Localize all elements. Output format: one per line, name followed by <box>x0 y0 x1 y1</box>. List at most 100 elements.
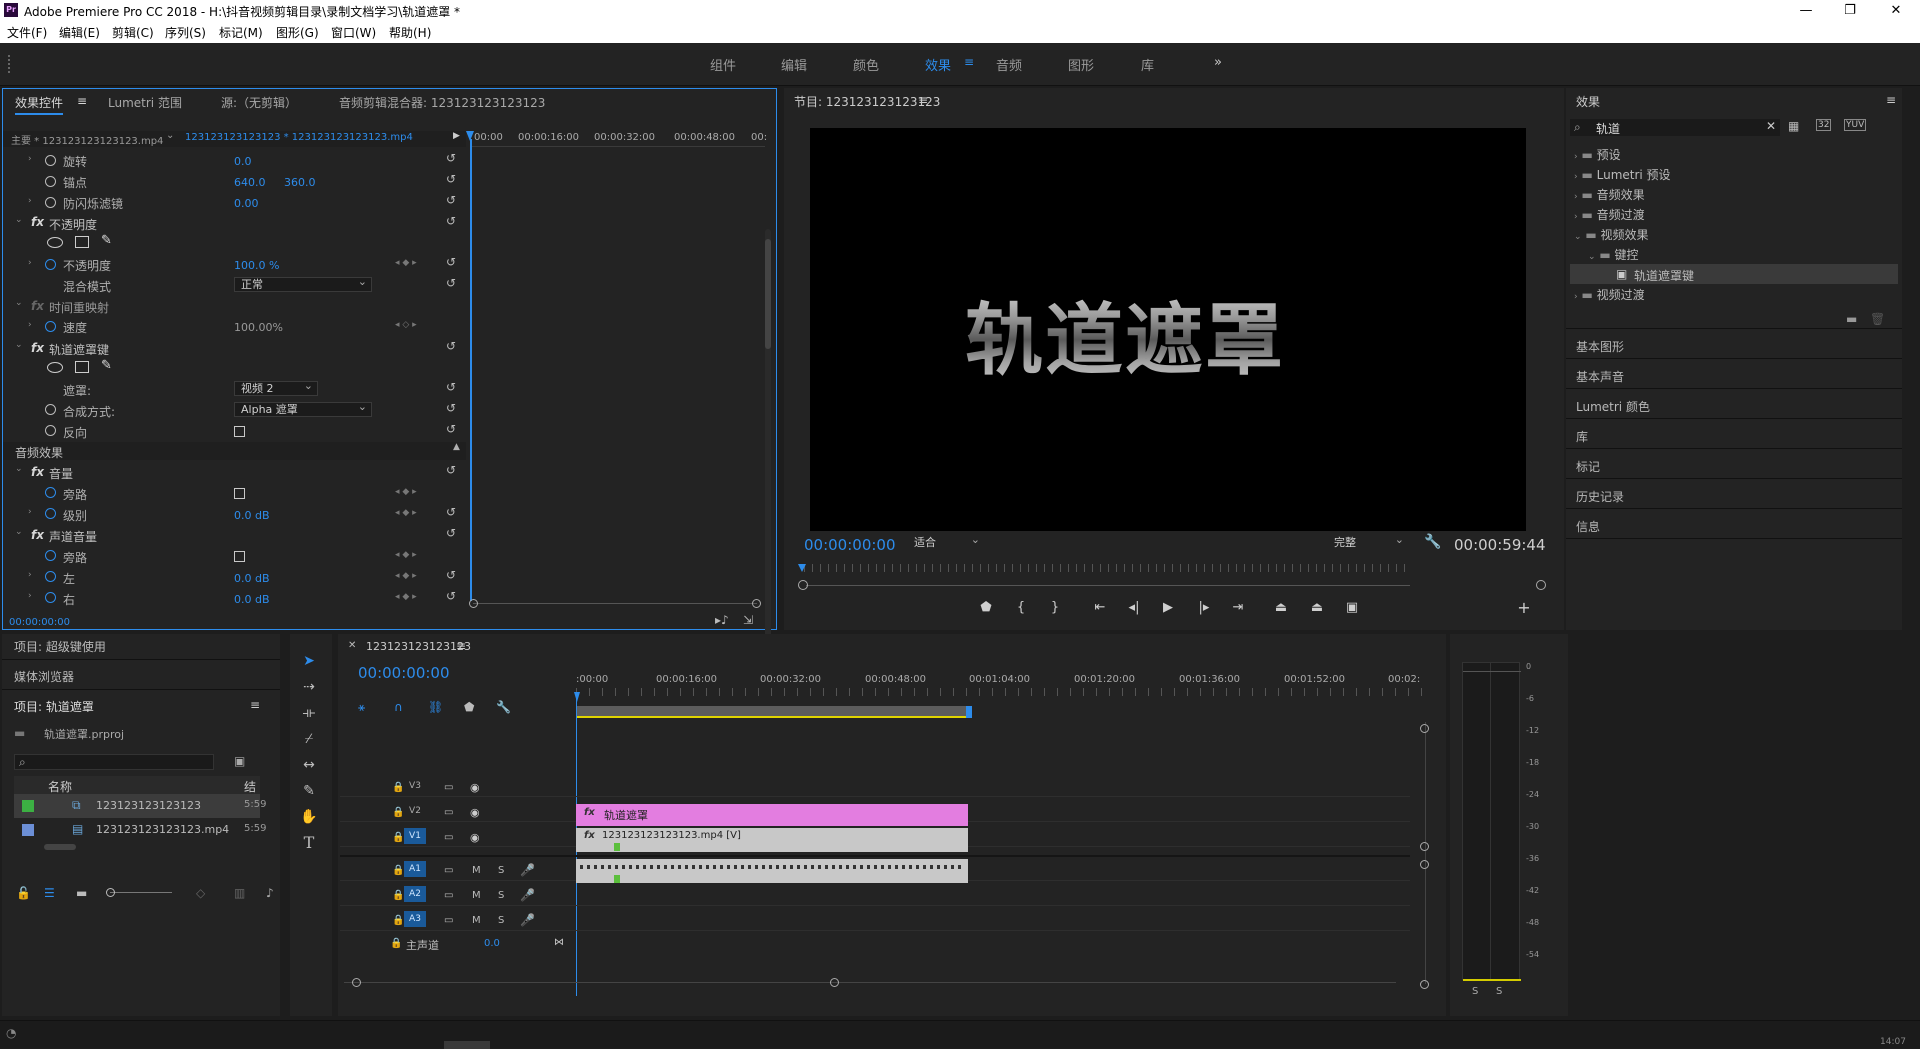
column-name-header[interactable]: 名称 <box>48 778 72 795</box>
export-frame-icon[interactable]: ▣ <box>1343 600 1361 615</box>
workspace-audio[interactable]: 音频 <box>996 55 1022 74</box>
tree-item-lumetri-presets[interactable]: › ▬ Lumetri 预设 <box>1574 166 1894 183</box>
mute-button[interactable]: M <box>472 865 481 876</box>
eye-icon[interactable]: ◉ <box>470 831 480 844</box>
track-a3-target[interactable]: A3 <box>404 911 426 927</box>
essential-sound-tab[interactable]: 基本声音 <box>1576 368 1906 385</box>
stopwatch-icon[interactable] <box>45 592 56 603</box>
tab-project-superkey[interactable]: 项目: 超级键使用 <box>14 638 106 655</box>
menu-graphics[interactable]: 图形(G) <box>276 24 319 41</box>
chevron-right-icon[interactable]: › <box>28 154 32 164</box>
keyframe-nav-icon[interactable]: ◂ ◆ ▸ <box>395 592 417 602</box>
pen-mask-icon[interactable]: ✎ <box>101 233 112 248</box>
ec-zoom-track[interactable] <box>473 603 757 604</box>
level-value[interactable]: 0.0 dB <box>234 509 270 522</box>
clear-search-icon[interactable]: ✕ <box>1766 119 1776 133</box>
lock-icon[interactable]: 🔒 <box>392 807 404 818</box>
eye-icon[interactable]: ◉ <box>470 806 480 819</box>
panel-menu-icon[interactable]: ≡ <box>918 93 928 107</box>
tree-item-audio-transitions[interactable]: › ▬ 音频过渡 <box>1574 206 1894 223</box>
keyframe-nav-icon[interactable]: ◂ ◆ ▸ <box>395 487 417 497</box>
workspace-effects[interactable]: 效果 <box>925 55 951 74</box>
collapse-icon[interactable]: ▲ <box>453 442 460 452</box>
workspace-color[interactable]: 颜色 <box>853 55 879 74</box>
delete-icon[interactable]: 🗑 <box>1870 312 1885 326</box>
panel-menu-icon[interactable]: ≡ <box>250 698 260 712</box>
icon-view-icon[interactable]: ▬ <box>76 886 87 900</box>
restore-button[interactable]: ❐ <box>1828 1 1872 20</box>
program-timecode[interactable]: 00:00:00:00 <box>804 536 896 554</box>
tree-item-track-matte-key[interactable]: ▣ 轨道遮罩键 <box>1570 264 1898 284</box>
stopwatch-icon[interactable] <box>45 550 56 561</box>
panel-menu-icon[interactable]: ≡ <box>1886 93 1896 107</box>
label-color-swatch[interactable] <box>22 824 34 836</box>
chevron-down-icon[interactable]: ⌄ <box>166 130 174 141</box>
keyframe-nav-icon[interactable]: ◂ ◇ ▸ <box>395 320 417 330</box>
column-rate-header[interactable]: 结 <box>244 778 256 795</box>
pen-tool-icon[interactable]: ✎ <box>298 780 320 802</box>
master-clip-label[interactable]: 主要 * 123123123123123.mp4 <box>11 132 163 147</box>
vscroll-handle[interactable] <box>1420 980 1429 989</box>
panel-menu-icon[interactable]: ≡ <box>456 639 466 653</box>
zoom-slider-handle[interactable] <box>106 888 115 897</box>
libraries-tab[interactable]: 库 <box>1576 428 1906 445</box>
tree-item-presets[interactable]: › ▬ 预设 <box>1574 146 1894 163</box>
anti-flicker-value[interactable]: 0.00 <box>234 197 259 210</box>
ripple-edit-tool-icon[interactable]: ⟛ <box>298 702 320 724</box>
chevron-down-icon[interactable]: ⌄ <box>15 340 23 350</box>
lift-icon[interactable]: ⏏ <box>1272 600 1290 615</box>
track-v3-target[interactable]: V3 <box>404 778 426 794</box>
keyframe-nav-icon[interactable]: ◂ ◆ ▸ <box>395 508 417 518</box>
fx-icon[interactable]: fx <box>31 465 44 479</box>
sequence-clip-label[interactable]: 123123123123123 * 123123123123123.mp4 <box>185 132 413 143</box>
sync-lock-icon[interactable]: ▭ <box>444 807 453 818</box>
essential-graphics-tab[interactable]: 基本图形 <box>1576 338 1906 355</box>
type-tool-icon[interactable]: T <box>298 832 320 854</box>
status-icon[interactable]: ◔ <box>6 1026 16 1040</box>
filter-audio-icon[interactable]: ▸♪ <box>715 613 729 627</box>
tree-item-keying[interactable]: ⌄ ▬ 键控 <box>1588 246 1894 263</box>
history-tab[interactable]: 历史记录 <box>1576 488 1906 505</box>
timeline-hscroll-right-handle[interactable] <box>830 978 839 987</box>
master-volume-value[interactable]: 0.0 <box>484 938 500 949</box>
solo-button[interactable]: S <box>498 865 504 876</box>
stopwatch-icon[interactable] <box>45 321 56 332</box>
ec-scrollbar-thumb[interactable] <box>765 239 771 349</box>
razor-tool-icon[interactable]: ⌿ <box>298 728 320 750</box>
reset-icon[interactable]: ↺ <box>446 505 456 519</box>
accelerated-effects-icon[interactable]: ▦ <box>1788 119 1799 133</box>
keyframe-nav-icon[interactable]: ◂ ◆ ▸ <box>395 550 417 560</box>
lock-icon[interactable]: 🔒 <box>392 832 404 843</box>
sort-icon[interactable]: ◇ <box>196 886 205 900</box>
play-only-icon[interactable]: ▶ <box>453 131 460 141</box>
mark-out-icon[interactable]: } <box>1046 600 1064 615</box>
project-search-field[interactable]: ⌕ <box>14 754 214 770</box>
lock-icon[interactable]: 🔓 <box>16 886 31 900</box>
new-bin-icon[interactable]: ▬ <box>1846 312 1857 326</box>
reset-icon[interactable]: ↺ <box>446 193 456 207</box>
composite-dropdown[interactable]: Alpha 遮罩 <box>234 400 372 417</box>
tree-item-audio-effects[interactable]: › ▬ 音频效果 <box>1574 186 1894 203</box>
workspace-overflow-icon[interactable]: » <box>1214 55 1222 70</box>
lock-icon[interactable]: 🔒 <box>392 915 404 926</box>
timeline-hscroll-left-handle[interactable] <box>352 978 361 987</box>
lock-icon[interactable]: 🔒 <box>392 890 404 901</box>
mic-icon[interactable]: 🎤 <box>520 863 535 877</box>
reset-icon[interactable]: ↺ <box>446 255 456 269</box>
tree-item-video-transitions[interactable]: › ▬ 视频过渡 <box>1574 286 1894 303</box>
lock-icon[interactable]: 🔒 <box>392 782 404 793</box>
chevron-down-icon[interactable]: ⌄ <box>15 527 23 537</box>
project-hscroll-thumb[interactable] <box>44 844 76 850</box>
tab-lumetri-scopes[interactable]: Lumetri 范围 <box>108 94 182 111</box>
tab-source[interactable]: 源:（无剪辑） <box>221 94 297 111</box>
menu-help[interactable]: 帮助(H) <box>389 24 431 41</box>
reset-icon[interactable]: ↺ <box>446 422 456 436</box>
timeline-settings-icon[interactable]: 🔧 <box>496 700 511 714</box>
timeline-timecode[interactable]: 00:00:00:00 <box>358 664 450 682</box>
track-a2-target[interactable]: A2 <box>404 886 426 902</box>
nest-toggle-icon[interactable]: ⚹ <box>358 700 365 715</box>
program-video-frame[interactable]: 轨道遮罩 <box>810 128 1526 531</box>
play-icon[interactable]: ▶ <box>1159 600 1177 615</box>
button-editor-icon[interactable]: + <box>1515 598 1533 617</box>
ec-zoom-handle-left[interactable] <box>469 599 478 608</box>
